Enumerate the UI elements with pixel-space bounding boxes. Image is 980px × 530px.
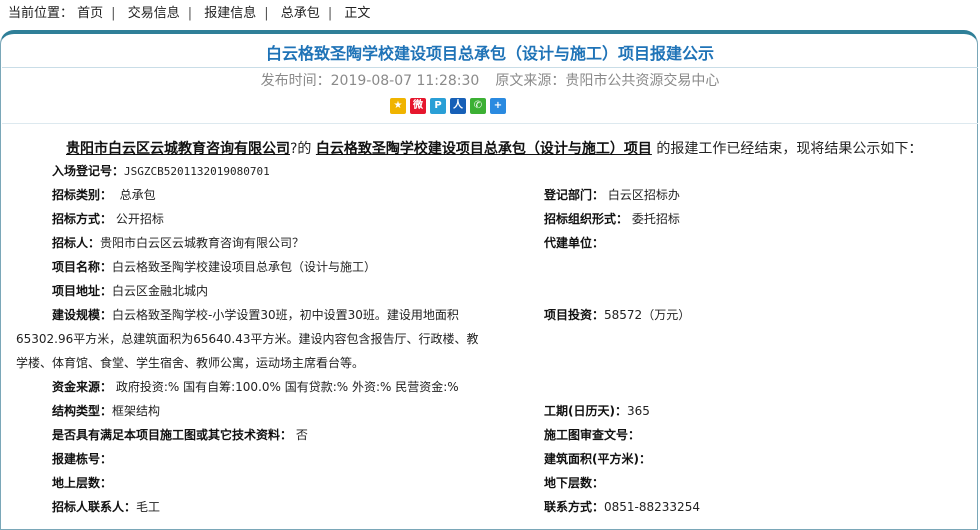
- scale-line-2: 65302.96平方米，总建筑面积为65640.43平方米。建设内容包含报告厅、…: [16, 332, 479, 346]
- below-floors-row: 地下层数：: [544, 474, 604, 492]
- project-addr-label: 项目地址：: [52, 284, 113, 298]
- bid-type-value: 总承包: [119, 188, 156, 202]
- drawings-value: 否: [295, 428, 308, 442]
- investment-label: 项目投资：: [544, 308, 605, 322]
- bid-method-row: 招标方式： 公开招标: [52, 210, 164, 228]
- building-no-label: 报建栋号：: [52, 452, 113, 466]
- agent-label: 代建单位：: [544, 236, 605, 250]
- building-area-row: 建筑面积(平方米)：: [544, 450, 651, 468]
- scale-line-1: 白云格致圣陶学校-小学设置30班，初中设置30班。建设用地面积: [112, 308, 459, 322]
- bid-method-label: 招标方式：: [52, 212, 113, 226]
- reg-dept-row: 登记部门： 白云区招标办: [544, 186, 680, 204]
- renren-icon[interactable]: 人: [450, 98, 466, 114]
- qzone-icon[interactable]: ★: [390, 98, 406, 114]
- breadcrumb-current: 正文: [344, 6, 371, 21]
- intro-sentence: 贵阳市白云区云城教育咨询有限公司?的 白云格致圣陶学校建设项目总承包（设计与施工…: [66, 138, 922, 158]
- contact-label: 招标人联系人：: [52, 500, 137, 514]
- above-floors-row: 地上层数：: [52, 474, 112, 492]
- publish-time: 2019-08-07 11:28:30: [330, 73, 480, 89]
- breadcrumb-general-contract-link[interactable]: 总承包: [281, 6, 320, 21]
- publish-label: 发布时间：: [260, 73, 331, 89]
- meta-divider: [2, 123, 978, 124]
- article-title: 白云格致圣陶学校建设项目总承包（设计与施工）项目报建公示: [265, 44, 714, 63]
- duration-value: 365: [626, 404, 650, 418]
- duration-label: 工期(日历天)：: [544, 404, 627, 418]
- breadcrumb-separator: |: [327, 6, 333, 21]
- drawings-label: 是否具有满足本项目施工图或其它技术资料：: [52, 428, 293, 442]
- bid-org-form-value: 委托招标: [631, 212, 680, 226]
- scale-line-3: 学楼、体育馆、食堂、学生宿舍、教师公寓，运动场主席看台等。: [16, 356, 365, 370]
- duration-row: 工期(日历天)：365: [544, 402, 650, 420]
- scale-label: 建设规模：: [52, 308, 113, 322]
- scale-line-3-row: 学楼、体育馆、食堂、学生宿舍、教师公寓，运动场主席看台等。: [16, 354, 364, 372]
- drawing-review-label: 施工图审查文号：: [544, 428, 641, 442]
- phone-label: 联系方式：: [544, 500, 605, 514]
- breadcrumb-separator: |: [264, 6, 269, 21]
- contact-row: 招标人联系人：毛工: [52, 498, 160, 516]
- source-value: 贵阳市公共资源交易中心: [565, 73, 720, 89]
- bid-type-row: 招标类别： 总承包: [52, 186, 156, 204]
- funding-row: 资金来源： 政府投资:% 国有自筹:100.0% 国有贷款:% 外资:% 民营资…: [52, 378, 459, 396]
- entry-no-label: 入场登记号：: [52, 164, 125, 178]
- article-meta: 发布时间：2019-08-07 11:28:30 原文来源：贵阳市公共资源交易中心: [0, 70, 980, 90]
- intro-company: 贵阳市白云区云城教育咨询有限公司: [66, 141, 290, 157]
- tenderer-row: 招标人：贵阳市白云区云城教育咨询有限公司？: [52, 234, 304, 252]
- above-floors-label: 地上层数：: [52, 476, 113, 490]
- source-label: 原文来源：: [495, 73, 566, 89]
- structure-value: 框架结构: [112, 404, 161, 418]
- intro-suffix: 的报建工作已经结束，现将结果公示如下：: [651, 141, 923, 157]
- tenderer-label: 招标人：: [52, 236, 101, 250]
- reg-dept-label: 登记部门：: [544, 188, 605, 202]
- title-divider: [2, 67, 978, 68]
- tenderer-value: 贵阳市白云区云城教育咨询有限公司？: [100, 236, 305, 250]
- more-share-icon[interactable]: +: [490, 98, 506, 114]
- entry-no-row: 入场登记号：JSGZCB5201132019080701: [52, 162, 270, 180]
- breadcrumb-report-info-link[interactable]: 报建信息: [204, 6, 256, 21]
- structure-row: 结构类型：框架结构: [52, 402, 160, 420]
- bid-org-form-label: 招标组织形式：: [544, 212, 629, 226]
- project-name-row: 项目名称：白云格致圣陶学校建设项目总承包（设计与施工）: [52, 258, 376, 276]
- breadcrumb-home-link[interactable]: 首页: [77, 6, 103, 21]
- intro-project: 白云格致圣陶学校建设项目总承包（设计与施工）项目: [315, 141, 652, 157]
- reg-dept-value: 白云区招标办: [607, 188, 680, 202]
- weibo-icon[interactable]: 微: [410, 98, 426, 114]
- drawings-row: 是否具有满足本项目施工图或其它技术资料： 否: [52, 426, 308, 444]
- project-addr-value: 白云区金融北城内: [112, 284, 209, 298]
- bid-method-value: 公开招标: [115, 212, 164, 226]
- project-name-value: 白云格致圣陶学校建设项目总承包（设计与施工）: [112, 260, 377, 274]
- investment-value: 58572（万元）: [604, 308, 691, 322]
- scale-line-2-row: 65302.96平方米，总建筑面积为65640.43平方米。建设内容包含报告厅、…: [16, 330, 479, 348]
- contact-value: 毛工: [136, 500, 161, 514]
- bid-org-form-row: 招标组织形式： 委托招标: [544, 210, 680, 228]
- building-no-row: 报建栋号：: [52, 450, 112, 468]
- bid-type-label: 招标类别：: [52, 188, 113, 202]
- phone-row: 联系方式：0851-88233254: [544, 498, 700, 516]
- agent-row: 代建单位：: [544, 234, 604, 252]
- breadcrumb: 当前位置： 首页 | 交易信息 | 报建信息 | 总承包 | 正文: [8, 4, 370, 24]
- phone-value: 0851-88233254: [604, 500, 700, 514]
- breadcrumb-separator: |: [111, 6, 116, 21]
- drawing-review-row: 施工图审查文号：: [544, 426, 640, 444]
- wechat-icon[interactable]: ✆: [470, 98, 486, 114]
- scale-row: 建设规模：白云格致圣陶学校-小学设置30班，初中设置30班。建设用地面积: [52, 306, 459, 324]
- below-floors-label: 地下层数：: [544, 476, 605, 490]
- investment-row: 项目投资：58572（万元）: [544, 306, 690, 324]
- project-addr-row: 项目地址：白云区金融北城内: [52, 282, 208, 300]
- intro-connector: ?的: [290, 141, 312, 157]
- breadcrumb-trade-info-link[interactable]: 交易信息: [128, 6, 180, 21]
- breadcrumb-prefix: 当前位置：: [8, 6, 74, 21]
- share-bar: ★ 微 P 人 ✆ +: [390, 98, 506, 114]
- structure-label: 结构类型：: [52, 404, 113, 418]
- entry-no-value: JSGZCB5201132019080701: [124, 165, 270, 178]
- building-area-label: 建筑面积(平方米)：: [544, 452, 651, 466]
- project-name-label: 项目名称：: [52, 260, 113, 274]
- tencent-weibo-icon[interactable]: P: [430, 98, 446, 114]
- breadcrumb-separator: |: [187, 6, 193, 21]
- funding-value: 政府投资:% 国有自筹:100.0% 国有贷款:% 外资:% 民营资金:%: [115, 380, 459, 394]
- funding-label: 资金来源：: [52, 380, 113, 394]
